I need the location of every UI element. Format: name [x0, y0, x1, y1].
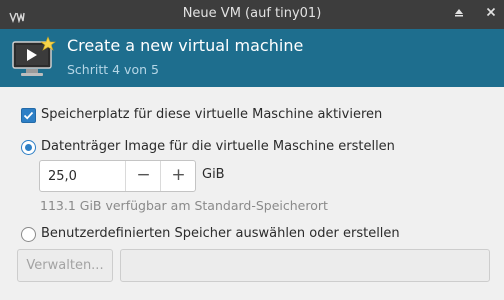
step-indicator: Schritt 4 von 5 — [67, 62, 159, 77]
close-icon — [486, 7, 496, 20]
close-button[interactable] — [483, 6, 499, 22]
minimize-icon — [454, 7, 464, 20]
title-bar: Neue VM (auf tiny01) — [0, 0, 504, 29]
enable-storage-label[interactable]: Speicherplatz für diese virtuelle Maschi… — [41, 107, 382, 122]
window-title: Neue VM (auf tiny01) — [182, 6, 322, 21]
disk-size-spinbutton[interactable]: 25,0 − + — [39, 160, 196, 192]
create-image-radio[interactable] — [21, 140, 36, 155]
wizard-header: Create a new virtual machine Schritt 4 v… — [0, 29, 504, 87]
custom-storage-radio[interactable] — [21, 227, 36, 242]
page-title: Create a new virtual machine — [67, 36, 304, 55]
manage-button[interactable]: Verwalten... — [17, 249, 113, 282]
custom-storage-label[interactable]: Benutzerdefinierten Speicher auswählen o… — [41, 226, 400, 241]
increment-button[interactable]: + — [160, 161, 196, 191]
decrement-button[interactable]: − — [125, 161, 161, 191]
size-unit-label: GiB — [202, 167, 225, 182]
disk-size-value[interactable]: 25,0 — [48, 169, 77, 184]
available-space-hint: 113.1 GiB verfügbar am Standard-Speicher… — [40, 198, 328, 213]
new-vm-icon — [12, 36, 56, 78]
enable-storage-checkbox[interactable] — [21, 108, 36, 123]
create-image-label[interactable]: Datenträger Image für die virtuelle Masc… — [41, 139, 395, 154]
minimize-button[interactable] — [451, 6, 467, 22]
storage-path-input[interactable] — [120, 249, 490, 282]
